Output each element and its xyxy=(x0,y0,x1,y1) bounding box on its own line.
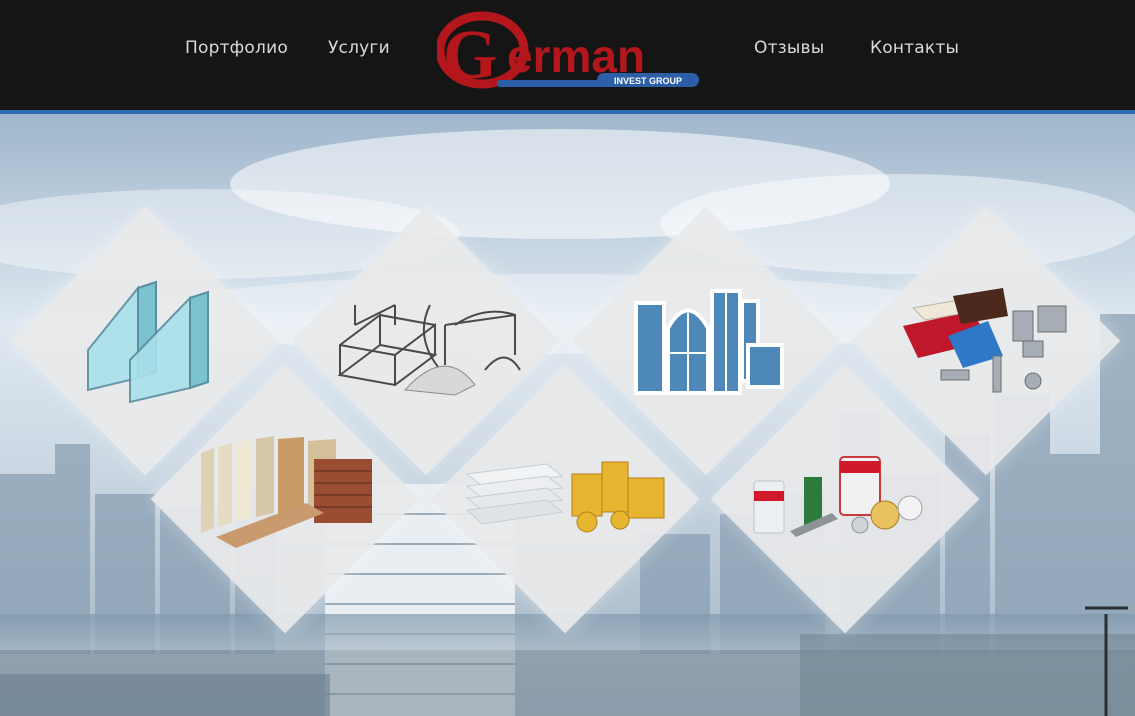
dry-mixes-icon xyxy=(753,456,923,537)
logo-tagline: INVEST GROUP xyxy=(614,76,682,86)
logo-mark: G erman INVEST GROUP xyxy=(435,11,699,94)
roofing-gutters-icon xyxy=(903,288,1067,393)
facade-siding-icon xyxy=(201,436,372,548)
logo-letter-g: G xyxy=(443,17,497,94)
nav-portfolio[interactable]: Портфолио xyxy=(185,38,288,58)
metal-structures-icon xyxy=(337,304,521,396)
windows-icon xyxy=(634,289,784,395)
nav-services[interactable]: Услуги xyxy=(328,38,390,58)
logo[interactable]: G erman INVEST GROUP xyxy=(435,10,705,96)
nav-reviews[interactable]: Отзывы xyxy=(754,38,824,58)
double-glazing-icon xyxy=(87,280,209,404)
insulation-icon xyxy=(465,461,665,533)
site-header: Портфолио Услуги G erman INVEST GROUP От… xyxy=(0,0,1135,110)
nav-contacts[interactable]: Контакты xyxy=(870,38,959,58)
